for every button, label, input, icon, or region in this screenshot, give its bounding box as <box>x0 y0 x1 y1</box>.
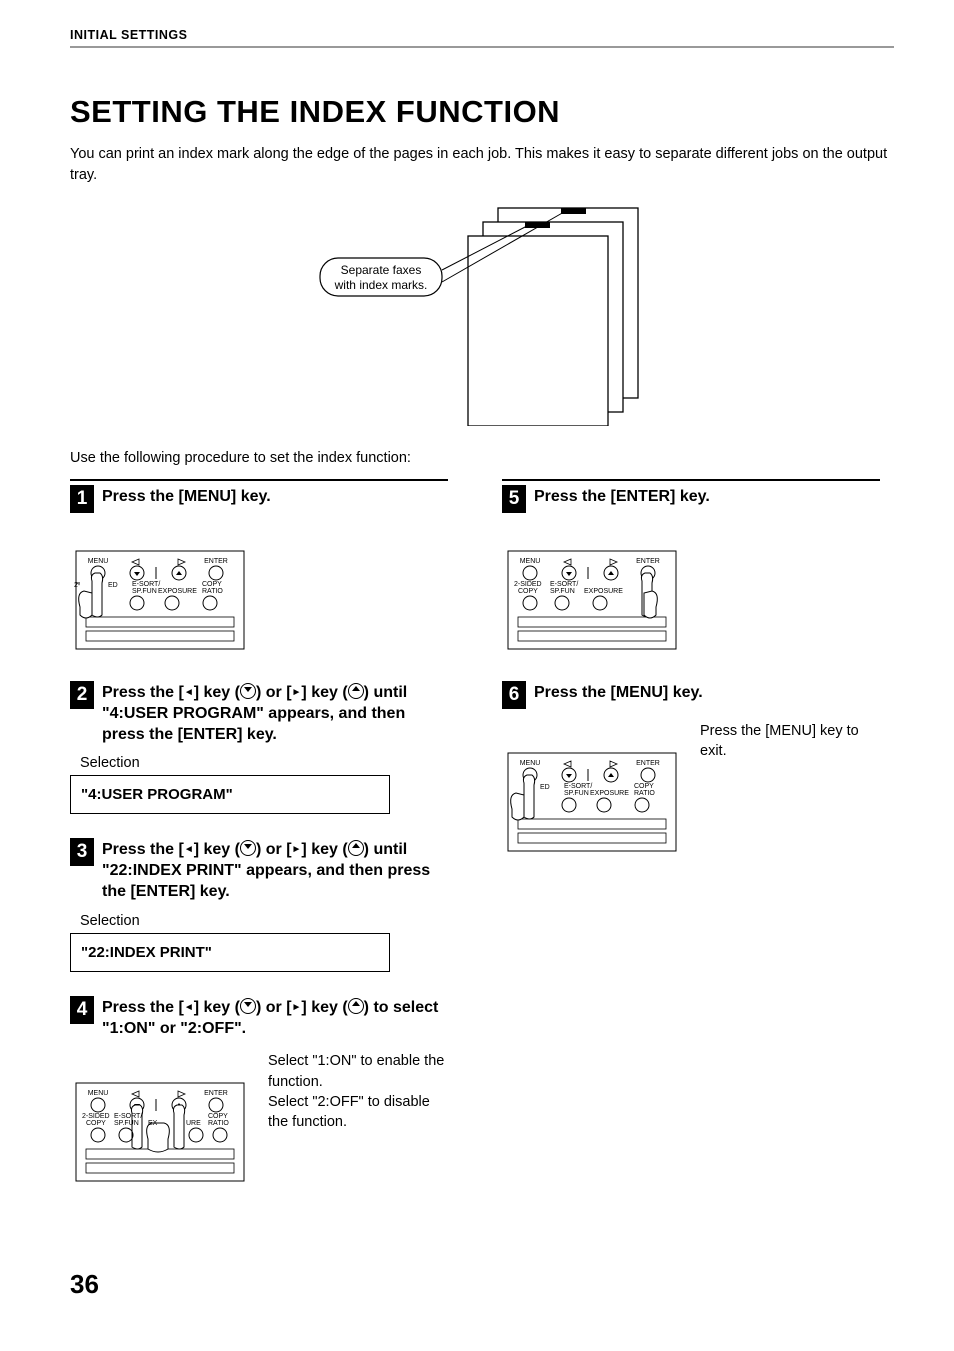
step-number: 3 <box>70 838 94 866</box>
svg-text:MENU: MENU <box>88 558 109 565</box>
right-arrow-icon: ► <box>292 1001 302 1014</box>
svg-text:SP.FUN: SP.FUN <box>132 588 157 595</box>
svg-text:SP.FUN: SP.FUN <box>564 790 589 797</box>
step-title: Press the [MENU] key. <box>102 483 271 508</box>
step-number: 1 <box>70 485 94 513</box>
step-number: 5 <box>502 485 526 513</box>
step-3: 3 Press the [◄] key () or [►] key () unt… <box>70 836 448 971</box>
step-4: 4 Press the [◄] key () or [►] key () to … <box>70 994 448 1202</box>
step-title: Press the [◄] key () or [►] key () until… <box>102 679 448 745</box>
svg-text:ENTER: ENTER <box>636 760 660 767</box>
svg-text:RATIO: RATIO <box>208 1120 229 1127</box>
svg-text:MENU: MENU <box>520 760 541 767</box>
index-diagram: Separate faxes with index marks. <box>70 196 894 430</box>
right-arrow-icon: ► <box>292 686 302 699</box>
svg-text:EXPOSURE: EXPOSURE <box>584 588 623 595</box>
svg-text:MENU: MENU <box>88 1090 109 1097</box>
callout-line2: with index marks. <box>334 278 428 292</box>
up-circle-icon <box>348 683 364 699</box>
svg-text:ED: ED <box>540 784 550 791</box>
step-5: 5 Press the [ENTER] key. MENU ENTER <box>502 483 880 657</box>
column-rule <box>502 479 880 481</box>
step-number: 2 <box>70 681 94 709</box>
header-rule <box>70 46 894 48</box>
svg-text:2-SIDED: 2-SIDED <box>82 1113 110 1120</box>
lcd-display: "4:USER PROGRAM" <box>70 775 390 814</box>
selection-label: Selection <box>80 755 448 771</box>
down-circle-icon <box>240 683 256 699</box>
step-number: 6 <box>502 681 526 709</box>
svg-text:MENU: MENU <box>520 558 541 565</box>
svg-text:SP.FUN: SP.FUN <box>550 588 575 595</box>
svg-text:2-: 2- <box>74 582 81 589</box>
right-arrow-icon: ► <box>292 843 302 856</box>
paper-stack-diagram: Separate faxes with index marks. <box>312 196 652 426</box>
control-panel-illustration: MENU ENTER ED E-SORT/ SP.FUN <box>502 725 682 859</box>
svg-text:E-SORT/: E-SORT/ <box>564 783 592 790</box>
up-circle-icon <box>348 998 364 1014</box>
left-arrow-icon: ◄ <box>184 1001 194 1014</box>
svg-text:EXPOSURE: EXPOSURE <box>158 588 197 595</box>
svg-text:E-SORT/: E-SORT/ <box>550 581 578 588</box>
svg-text:COPY: COPY <box>518 588 538 595</box>
callout-line1: Separate faxes <box>341 263 422 277</box>
svg-text:ENTER: ENTER <box>204 558 228 565</box>
left-arrow-icon: ◄ <box>184 686 194 699</box>
svg-text:COPY: COPY <box>634 783 654 790</box>
lcd-display: "22:INDEX PRINT" <box>70 933 390 972</box>
svg-text:SP.FUN: SP.FUN <box>114 1120 139 1127</box>
svg-text:URE: URE <box>186 1120 201 1127</box>
intro-paragraph-1: You can print an index mark along the ed… <box>70 144 894 186</box>
step-title: Press the [MENU] key. <box>534 679 703 704</box>
svg-text:ENTER: ENTER <box>204 1090 228 1097</box>
down-circle-icon <box>240 998 256 1014</box>
step-title: Press the [◄] key () or [►] key () until… <box>102 836 448 902</box>
control-panel-illustration: MENU ENTER 2- ED <box>70 523 448 657</box>
svg-text:E-SORT/: E-SORT/ <box>114 1113 142 1120</box>
step-title: Press the [◄] key () or [►] key () to se… <box>102 994 448 1040</box>
svg-text:RATIO: RATIO <box>634 790 655 797</box>
step-2: 2 Press the [◄] key () or [►] key () unt… <box>70 679 448 814</box>
control-panel-illustration: MENU ENTER 2-SIDED COPY E-SORT/ SP.FUN <box>502 523 880 657</box>
step-1: 1 Press the [MENU] key. MENU ENTER <box>70 483 448 657</box>
running-head: INITIAL SETTINGS <box>70 28 894 42</box>
page-title: SETTING THE INDEX FUNCTION <box>70 94 894 130</box>
step-note: Press the [MENU] key to exit. <box>700 719 880 762</box>
svg-text:COPY: COPY <box>208 1113 228 1120</box>
svg-text:COPY: COPY <box>86 1120 106 1127</box>
step-title: Press the [ENTER] key. <box>534 483 710 508</box>
svg-text:ED: ED <box>108 582 118 589</box>
step-number: 4 <box>70 996 94 1024</box>
step-note: Select "1:ON" to enable the function. Se… <box>268 1049 448 1132</box>
step-6: 6 Press the [MENU] key. MENU ENTER <box>502 679 880 871</box>
svg-text:ENTER: ENTER <box>636 558 660 565</box>
svg-text:EXPOSURE: EXPOSURE <box>590 790 629 797</box>
svg-text:EX: EX <box>148 1120 158 1127</box>
svg-text:E-SORT/: E-SORT/ <box>132 581 160 588</box>
down-circle-icon <box>240 840 256 856</box>
column-rule <box>70 479 448 481</box>
up-circle-icon <box>348 840 364 856</box>
control-panel-illustration: MENU ENTER 2-SIDED CO <box>70 1055 250 1189</box>
svg-text:2-SIDED: 2-SIDED <box>514 581 542 588</box>
page-number: 36 <box>70 1269 894 1300</box>
svg-text:RATIO: RATIO <box>202 588 223 595</box>
selection-label: Selection <box>80 913 448 929</box>
intro-paragraph-2: Use the following procedure to set the i… <box>70 448 894 469</box>
svg-text:COPY: COPY <box>202 581 222 588</box>
left-arrow-icon: ◄ <box>184 843 194 856</box>
